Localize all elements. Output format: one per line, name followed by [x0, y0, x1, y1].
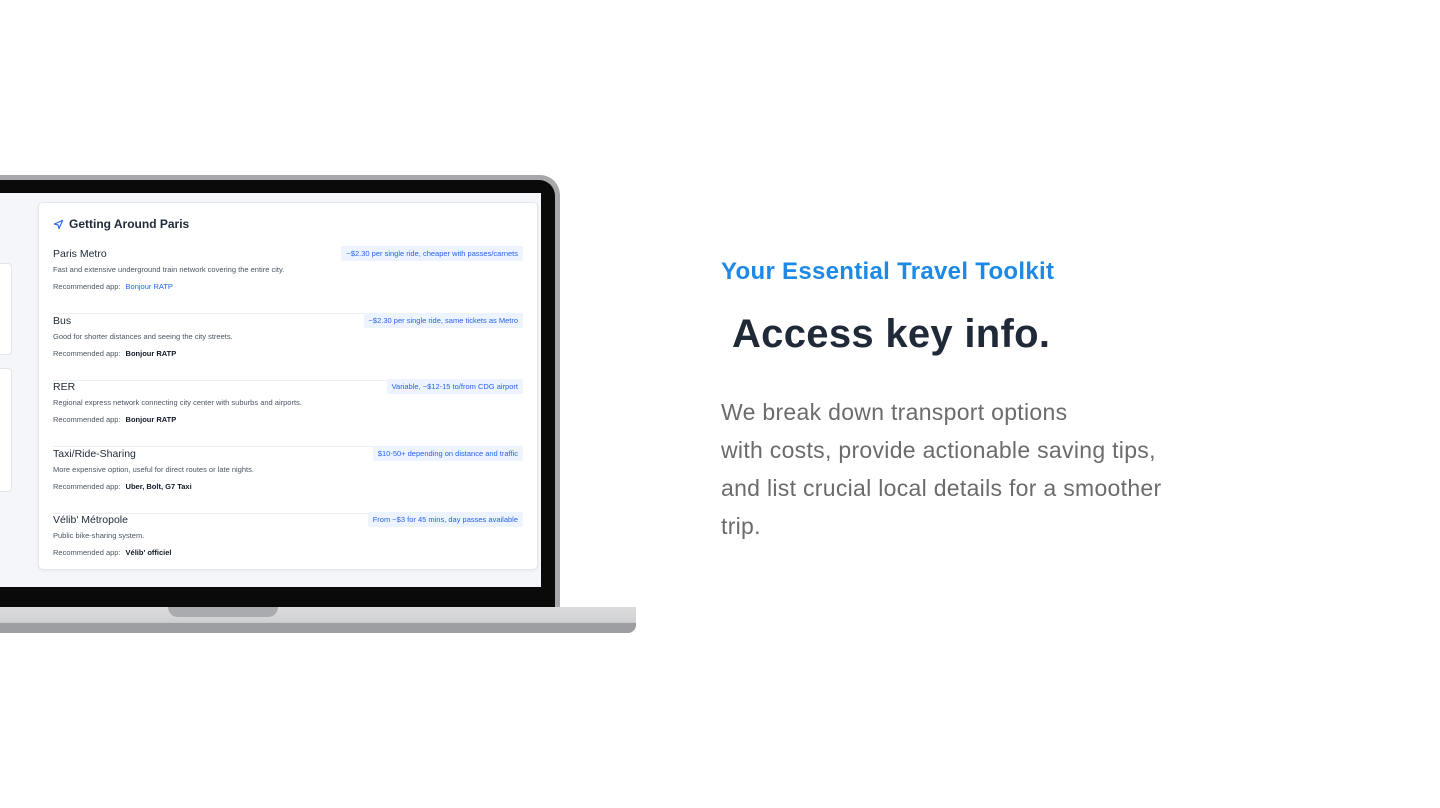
transport-name: Paris Metro — [53, 248, 107, 260]
transport-description: Fast and extensive underground train net… — [53, 265, 285, 274]
recommended-app: Recommended app: Bonjour RATP — [53, 349, 176, 358]
recommended-app-label: Recommended app: — [53, 548, 121, 557]
transport-row: Bus ~$2.30 per single ride, same tickets … — [53, 312, 523, 381]
transport-description: More expensive option, useful for direct… — [53, 464, 254, 474]
background-card — [0, 368, 12, 492]
cost-badge: ~$2.30 per single ride, cheaper with pas… — [341, 246, 523, 261]
recommended-app-label: Recommended app: — [53, 415, 121, 424]
description-line: We break down transport options — [721, 399, 1068, 425]
laptop-base — [0, 607, 636, 633]
recommended-app-name: Vélib' officiel — [125, 548, 172, 557]
transport-row: Paris Metro ~$2.30 per single ride, cheap… — [53, 246, 523, 314]
transport-description: Good for shorter distances and seeing th… — [53, 331, 233, 341]
recommended-app-label: Recommended app: — [53, 348, 121, 358]
cost-badge: From ~$3 for 45 mins, day passes availab… — [367, 512, 523, 527]
transport-name: RER — [53, 381, 76, 393]
card-title: Getting Around Paris — [53, 217, 189, 231]
cost-badge: Variable, ~$12-15 to/from CDG airport — [386, 379, 523, 394]
transport-description: Public bike-sharing system. — [53, 531, 145, 540]
transport-name: Bus — [53, 314, 72, 327]
transport-row: Taxi/Ride-Sharing $10-50+ depending on di… — [53, 445, 523, 514]
card-title-text: Getting Around Paris — [69, 217, 190, 231]
description-line: with costs, provide actionable saving ti… — [721, 437, 1156, 463]
recommended-app-label: Recommended app: — [53, 282, 121, 291]
cost-badge: ~$2.30 per single ride, same tickets as … — [363, 312, 523, 328]
description-line: and list crucial local details for a smo… — [721, 475, 1162, 501]
recommended-app-name: Uber, Bolt, G7 Taxi — [125, 481, 192, 491]
transport-name: Taxi/Ride-Sharing — [53, 447, 136, 460]
recommended-app-name: Bonjour RATP — [125, 348, 177, 358]
section-headline: Access key info. — [732, 312, 1051, 356]
recommended-app-name[interactable]: Bonjour RATP — [126, 282, 173, 291]
section-eyebrow: Your Essential Travel Toolkit — [721, 258, 1055, 285]
recommended-app-label: Recommended app: — [53, 481, 121, 491]
recommended-app: Recommended app: Bonjour RATP — [53, 282, 173, 291]
navigation-arrow-icon — [53, 219, 64, 229]
recommended-app-name: Bonjour RATP — [125, 415, 177, 424]
laptop-notch — [168, 607, 278, 617]
laptop-screen: Getting Around Paris Paris Metro ~$2.30 p… — [0, 193, 541, 587]
background-card — [0, 263, 12, 355]
recommended-app: Recommended app: Vélib' officiel — [53, 548, 172, 557]
recommended-app: Recommended app: Uber, Bolt, G7 Taxi — [53, 482, 192, 491]
transport-description: Regional express network connecting city… — [53, 398, 302, 407]
description-line: trip. — [721, 513, 761, 539]
transport-card: Getting Around Paris Paris Metro ~$2.30 p… — [38, 202, 538, 570]
cost-badge: $10-50+ depending on distance and traffi… — [372, 445, 523, 461]
transport-row: RER Variable, ~$12-15 to/from CDG airport… — [53, 379, 523, 447]
transport-name: Vélib' Métropole — [53, 514, 128, 526]
transport-row: Vélib' Métropole From ~$3 for 45 mins, da… — [53, 512, 523, 580]
section-description: We break down transport options with cos… — [721, 393, 1281, 545]
recommended-app: Recommended app: Bonjour RATP — [53, 415, 176, 424]
